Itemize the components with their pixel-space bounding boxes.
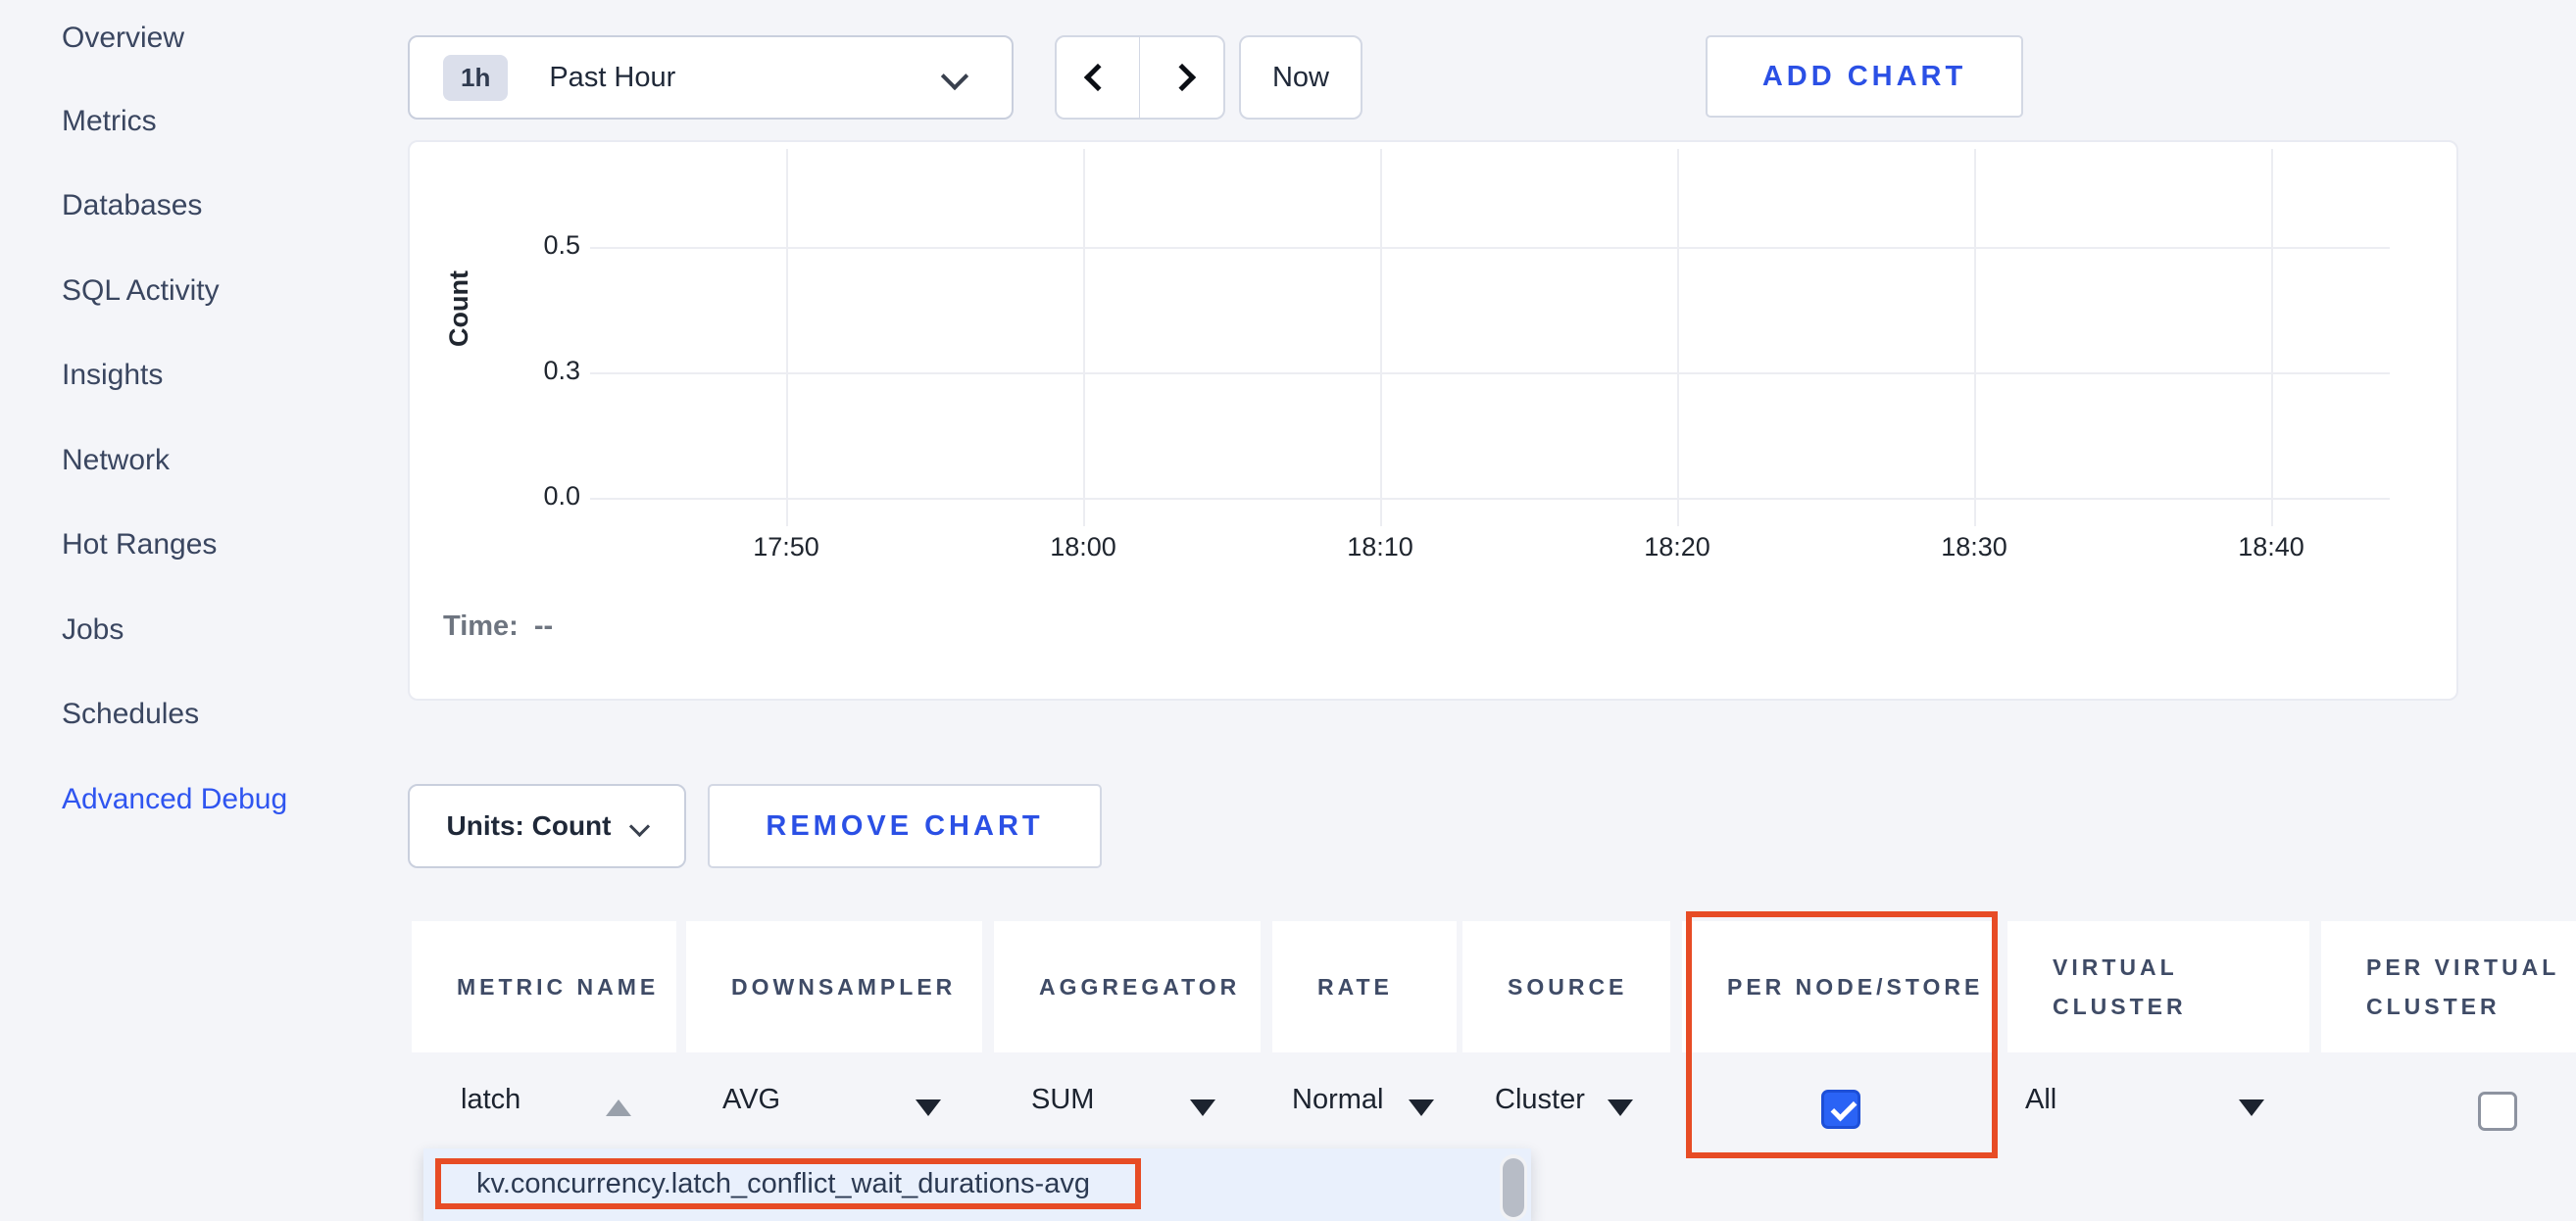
dropdown-scrollbar-thumb[interactable] — [1503, 1158, 1524, 1217]
time-range-badge: 1h — [443, 55, 508, 101]
rate-select[interactable]: Normal — [1292, 1084, 1383, 1116]
y-tick-0-3: 0.3 — [472, 356, 580, 386]
column-header-downsampler: DOWNSAMPLER — [686, 921, 982, 1052]
gridline-vertical — [2271, 149, 2273, 526]
time-next-button[interactable] — [1139, 35, 1225, 120]
gridline-horizontal — [590, 247, 2390, 249]
y-tick-0-5: 0.5 — [472, 230, 580, 261]
column-header-per-node-store: PER NODE/STORE — [1682, 921, 1996, 1052]
sidebar-item-network[interactable]: Network — [62, 440, 170, 481]
chevron-down-icon[interactable] — [2239, 1099, 2264, 1116]
chevron-down-icon — [941, 63, 968, 90]
aggregator-select[interactable]: SUM — [1031, 1084, 1094, 1116]
per-virtual-cluster-checkbox[interactable] — [2478, 1092, 2517, 1131]
metric-name-input[interactable]: latch — [461, 1084, 520, 1116]
column-header-source: SOURCE — [1462, 921, 1670, 1052]
units-dropdown[interactable]: Units: Count — [408, 784, 686, 868]
x-tick-1830: 18:30 — [1906, 532, 2043, 562]
column-header-metric-name: METRIC NAME — [412, 921, 676, 1052]
chevron-down-icon[interactable] — [1409, 1099, 1434, 1116]
column-header-per-virtual-cluster: PER VIRTUAL CLUSTER — [2321, 921, 2576, 1052]
sidebar-item-schedules[interactable]: Schedules — [62, 694, 199, 735]
time-range-label: Past Hour — [549, 62, 675, 94]
units-label: Units: Count — [447, 810, 612, 842]
gridline-vertical — [1083, 149, 1085, 526]
per-node-store-checkbox[interactable] — [1821, 1090, 1860, 1129]
y-axis-label: Count — [380, 277, 537, 340]
x-tick-1840: 18:40 — [2203, 532, 2340, 562]
remove-chart-button[interactable]: REMOVE CHART — [708, 784, 1102, 868]
chevron-down-icon — [629, 815, 650, 836]
dropdown-scrollbar[interactable] — [1500, 1154, 1527, 1221]
column-header-rate: RATE — [1272, 921, 1457, 1052]
virtual-cluster-select[interactable]: All — [2025, 1084, 2056, 1116]
sidebar-item-jobs[interactable]: Jobs — [62, 610, 124, 651]
y-tick-0-0: 0.0 — [472, 481, 580, 512]
x-tick-1750: 17:50 — [718, 532, 855, 562]
chevron-left-icon — [1084, 64, 1112, 91]
x-tick-1820: 18:20 — [1609, 532, 1746, 562]
sidebar-item-databases[interactable]: Databases — [62, 185, 202, 226]
metric-suggestions-dropdown: kv.concurrency.latch_conflict_wait_durat… — [423, 1148, 1531, 1221]
gridline-horizontal — [590, 498, 2390, 500]
sidebar-item-sql-activity[interactable]: SQL Activity — [62, 270, 220, 312]
x-tick-1800: 18:00 — [1015, 532, 1152, 562]
sidebar-item-metrics[interactable]: Metrics — [62, 101, 157, 142]
x-tick-1810: 18:10 — [1312, 532, 1449, 562]
sidebar-item-insights[interactable]: Insights — [62, 355, 163, 396]
time-prev-button[interactable] — [1055, 35, 1141, 120]
chart-panel: Count 0.5 0.3 0.0 17:50 18:00 18:10 18:2… — [408, 140, 2458, 701]
time-range-dropdown[interactable]: 1h Past Hour — [408, 35, 1014, 120]
chevron-down-icon[interactable] — [1608, 1099, 1633, 1116]
hover-time-readout: Time: -- — [443, 610, 553, 643]
sidebar-item-advanced-debug[interactable]: Advanced Debug — [62, 779, 287, 820]
sidebar-item-hot-ranges[interactable]: Hot Ranges — [62, 524, 217, 565]
column-header-virtual-cluster: VIRTUAL CLUSTER — [2007, 921, 2309, 1052]
now-button[interactable]: Now — [1239, 35, 1362, 120]
advanced-debug-custom-chart-page: Overview Metrics Databases SQL Activity … — [0, 0, 2576, 1221]
chevron-down-icon[interactable] — [916, 1099, 941, 1116]
source-select[interactable]: Cluster — [1495, 1084, 1585, 1116]
gridline-vertical — [786, 149, 788, 526]
column-header-aggregator: AGGREGATOR — [994, 921, 1261, 1052]
downsampler-select[interactable]: AVG — [722, 1084, 780, 1116]
add-chart-button[interactable]: ADD CHART — [1706, 35, 2023, 118]
gridline-vertical — [1974, 149, 1976, 526]
sort-up-icon[interactable] — [606, 1099, 631, 1116]
chevron-right-icon — [1167, 64, 1195, 91]
hover-time-value: -- — [534, 610, 553, 642]
gridline-vertical — [1380, 149, 1382, 526]
sidebar-item-overview[interactable]: Overview — [62, 18, 184, 59]
gridline-horizontal — [590, 372, 2390, 374]
chevron-down-icon[interactable] — [1190, 1099, 1215, 1116]
gridline-vertical — [1677, 149, 1679, 526]
hover-time-label: Time: — [443, 610, 519, 642]
metric-suggestion-item[interactable]: kv.concurrency.latch_conflict_wait_durat… — [476, 1168, 1090, 1200]
